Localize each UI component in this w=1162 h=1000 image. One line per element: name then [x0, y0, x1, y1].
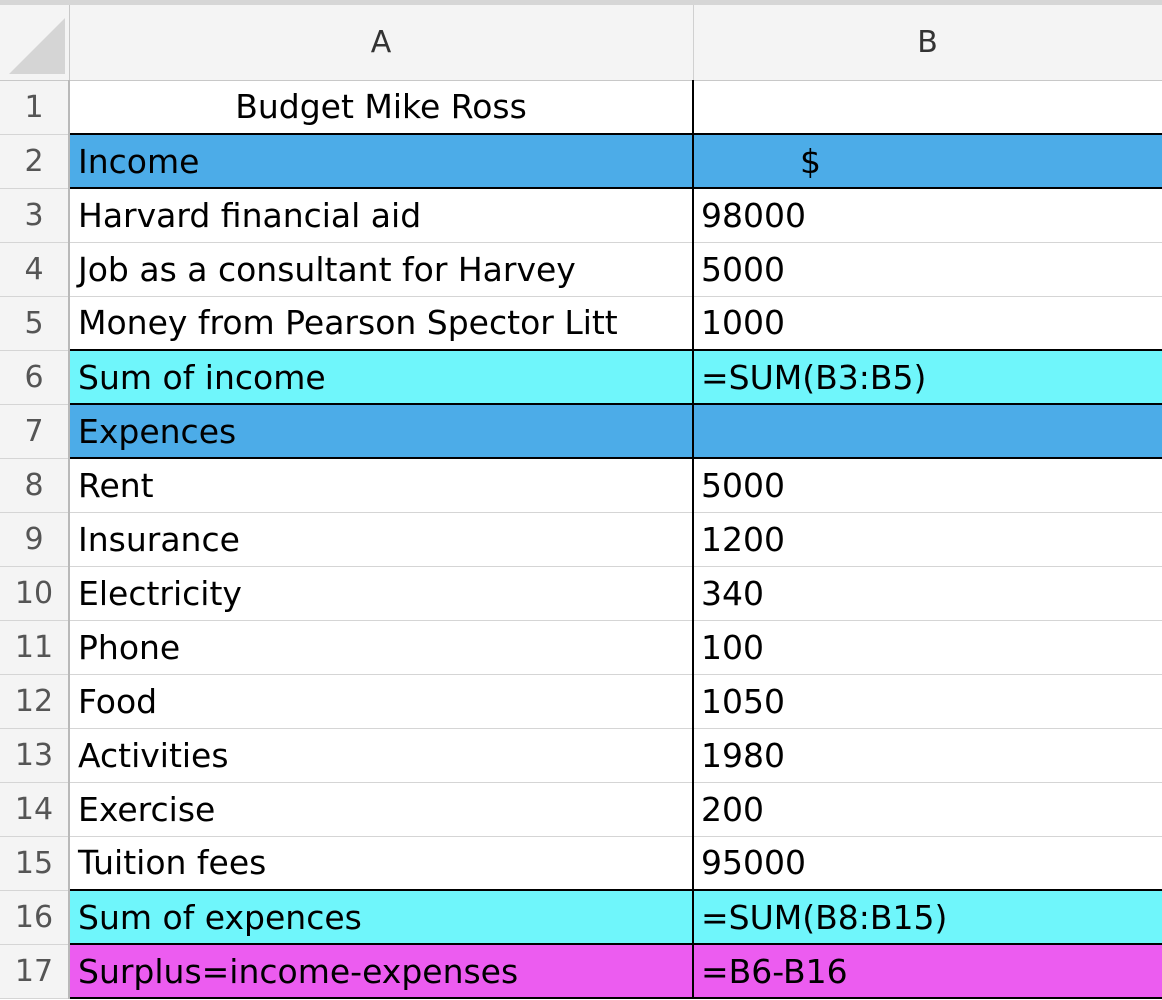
row-header[interactable]: 5 [0, 296, 70, 351]
cell-a[interactable]: Surplus=income-expenses [69, 944, 694, 999]
cell-b[interactable]: 5000 [693, 242, 1162, 297]
cell-a[interactable]: Food [69, 674, 694, 729]
row-header[interactable]: 6 [0, 350, 70, 405]
table-row: 11 Phone 100 [0, 620, 1162, 675]
table-row: 5 Money from Pearson Spector Litt 1000 [0, 296, 1162, 351]
cell-b[interactable] [693, 403, 1162, 459]
row-header[interactable]: 1 [0, 80, 70, 135]
cell-b[interactable]: =B6-B16 [693, 944, 1162, 999]
cell-a[interactable]: Exercise [69, 782, 694, 837]
cell-b[interactable]: 98000 [693, 188, 1162, 243]
table-row: 6 Sum of income =SUM(B3:B5) [0, 349, 1162, 405]
row-header[interactable]: 17 [0, 944, 70, 999]
cell-b[interactable]: =SUM(B3:B5) [693, 349, 1162, 405]
cell-a[interactable]: Electricity [69, 566, 694, 621]
cell-b[interactable] [693, 80, 1162, 135]
select-all-triangle-icon [8, 17, 65, 74]
cell-a[interactable]: Job as a consultant for Harvey [69, 242, 694, 297]
cell-b[interactable]: =SUM(B8:B15) [693, 889, 1162, 945]
cell-a[interactable]: Budget Mike Ross [69, 80, 694, 135]
table-row: 12 Food 1050 [0, 674, 1162, 729]
table-row: 17 Surplus=income-expenses =B6-B16 [0, 944, 1162, 999]
table-row: 16 Sum of expences =SUM(B8:B15) [0, 889, 1162, 945]
table-row: 14 Exercise 200 [0, 782, 1162, 837]
cell-b[interactable]: 100 [693, 620, 1162, 675]
column-header-b[interactable]: B [693, 5, 1162, 81]
cell-b[interactable]: 5000 [693, 458, 1162, 513]
cell-a[interactable]: Sum of expences [69, 889, 694, 945]
cell-a[interactable]: Sum of income [69, 349, 694, 405]
row-header[interactable]: 11 [0, 620, 70, 675]
row-header[interactable]: 15 [0, 836, 70, 891]
row-header[interactable]: 9 [0, 512, 70, 567]
table-row: 7 Expences [0, 403, 1162, 459]
cell-b[interactable]: 1200 [693, 512, 1162, 567]
table-row: 3 Harvard financial aid 98000 [0, 188, 1162, 243]
cell-a[interactable]: Rent [69, 458, 694, 513]
table-row: 10 Electricity 340 [0, 566, 1162, 621]
cell-a[interactable]: Insurance [69, 512, 694, 567]
cell-a[interactable]: Activities [69, 728, 694, 783]
cell-a[interactable]: Money from Pearson Spector Litt [69, 296, 694, 351]
spreadsheet-grid: A B 1 Budget Mike Ross 2 Income $3 Harvard fi… [0, 5, 1162, 999]
cell-b[interactable]: $ [693, 133, 1162, 189]
table-row: 15 Tuition fees 95000 [0, 836, 1162, 891]
cell-b[interactable]: 1050 [693, 674, 1162, 729]
row-header[interactable]: 12 [0, 674, 70, 729]
row-header[interactable]: 2 [0, 134, 70, 189]
row-header[interactable]: 8 [0, 458, 70, 513]
cell-a[interactable]: Expences [69, 403, 694, 459]
table-row: 2 Income $ [0, 133, 1162, 189]
cell-b[interactable]: 1980 [693, 728, 1162, 783]
table-row: 1 Budget Mike Ross [0, 80, 1162, 135]
cell-a[interactable]: Phone [69, 620, 694, 675]
row-header[interactable]: 3 [0, 188, 70, 243]
spreadsheet: A B 1 Budget Mike Ross 2 Income $3 Harvard fi… [0, 0, 1162, 1000]
row-header[interactable]: 4 [0, 242, 70, 297]
table-row: 8 Rent 5000 [0, 458, 1162, 513]
table-row: 9 Insurance 1200 [0, 512, 1162, 567]
cell-b[interactable]: 95000 [693, 836, 1162, 891]
row-header[interactable]: 16 [0, 890, 70, 945]
cell-a[interactable]: Tuition fees [69, 836, 694, 891]
column-header-a[interactable]: A [69, 5, 694, 81]
row-header[interactable]: 13 [0, 728, 70, 783]
cell-b[interactable]: 340 [693, 566, 1162, 621]
column-header-row: A B [0, 5, 1162, 81]
row-header[interactable]: 14 [0, 782, 70, 837]
row-header[interactable]: 7 [0, 404, 70, 459]
row-header[interactable]: 10 [0, 566, 70, 621]
cell-b[interactable]: 1000 [693, 296, 1162, 351]
cell-a[interactable]: Income [69, 133, 694, 189]
table-row: 4 Job as a consultant for Harvey 5000 [0, 242, 1162, 297]
table-row: 13 Activities 1980 [0, 728, 1162, 783]
cell-a[interactable]: Harvard financial aid [69, 188, 694, 243]
select-all-corner[interactable] [0, 5, 70, 81]
cell-b[interactable]: 200 [693, 782, 1162, 837]
